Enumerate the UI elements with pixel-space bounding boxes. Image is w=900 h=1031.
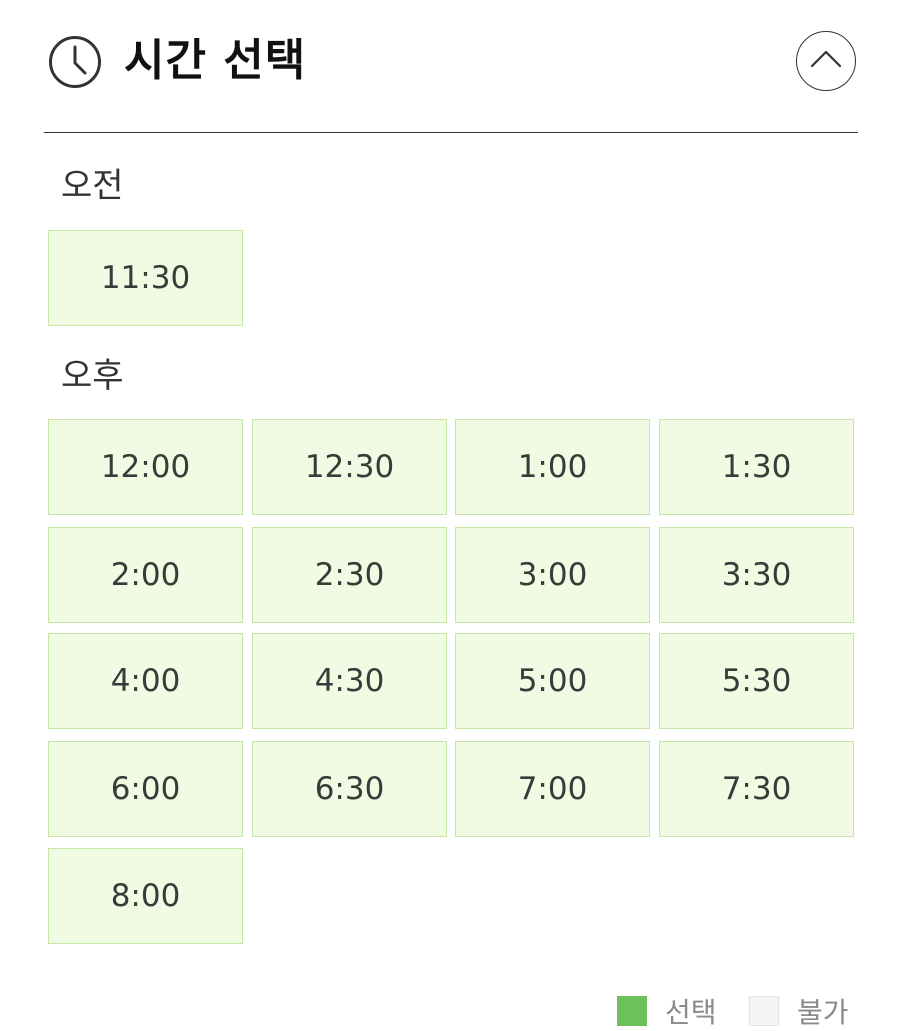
time-slot-230[interactable]: 2:30 xyxy=(252,527,447,623)
clock-icon xyxy=(48,35,102,89)
time-slot-500[interactable]: 5:00 xyxy=(455,633,650,729)
legend-unavailable-label: 불가 xyxy=(797,996,849,1029)
time-slot-400[interactable]: 4:00 xyxy=(48,633,243,729)
legend-selected: 선택 xyxy=(617,995,717,1029)
time-slot-300[interactable]: 3:00 xyxy=(455,527,650,623)
legend-unavailable: 불가 xyxy=(749,995,849,1029)
time-slot-700[interactable]: 7:00 xyxy=(455,741,650,837)
collapse-button[interactable] xyxy=(796,31,856,91)
time-slot-130[interactable]: 1:30 xyxy=(659,419,854,515)
time-slot-200[interactable]: 2:00 xyxy=(48,527,243,623)
time-slot-1230[interactable]: 12:30 xyxy=(252,419,447,515)
selected-swatch xyxy=(617,996,647,1026)
time-slot-730[interactable]: 7:30 xyxy=(659,741,854,837)
time-slot-1130[interactable]: 11:30 xyxy=(48,230,243,326)
time-slot-1200[interactable]: 12:00 xyxy=(48,419,243,515)
unavailable-swatch xyxy=(749,996,779,1026)
time-slot-430[interactable]: 4:30 xyxy=(252,633,447,729)
time-select-header: 시간 선택 xyxy=(44,0,858,133)
page-title: 시간 선택 xyxy=(124,35,307,86)
am-section-label: 오전 xyxy=(61,166,124,206)
time-slot-100[interactable]: 1:00 xyxy=(455,419,650,515)
time-slot-600[interactable]: 6:00 xyxy=(48,741,243,837)
chevron-up-icon xyxy=(810,50,842,68)
pm-section-label: 오후 xyxy=(61,356,124,396)
legend-selected-label: 선택 xyxy=(665,996,717,1029)
time-slot-530[interactable]: 5:30 xyxy=(659,633,854,729)
time-slot-330[interactable]: 3:30 xyxy=(659,527,854,623)
time-slot-630[interactable]: 6:30 xyxy=(252,741,447,837)
time-slot-800[interactable]: 8:00 xyxy=(48,848,243,944)
